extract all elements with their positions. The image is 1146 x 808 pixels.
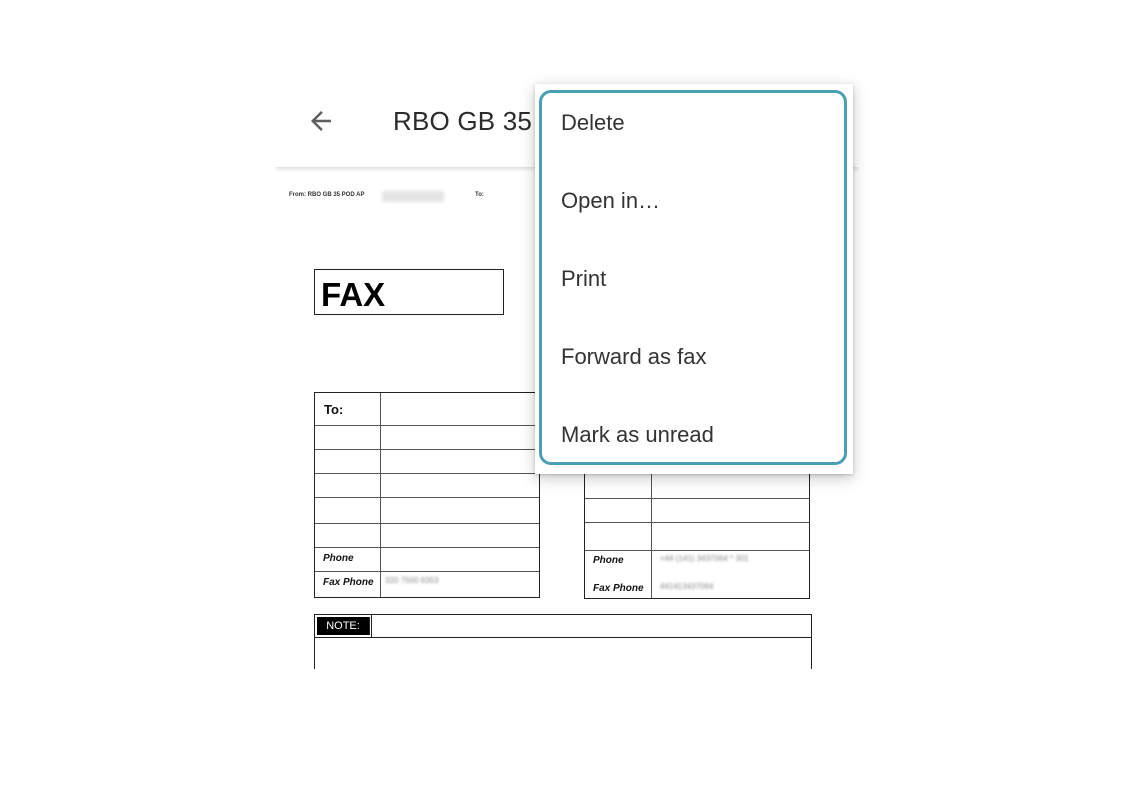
redacted-from-number (382, 191, 444, 202)
menu-item-mark-as-unread[interactable]: Mark as unread (535, 396, 853, 474)
recipient-table: To: Phone Fax Phone 320 7500 6353 (314, 392, 540, 598)
phone-label: Phone (323, 553, 354, 564)
menu-item-forward-as-fax[interactable]: Forward as fax (535, 318, 853, 396)
note-label: NOTE: (317, 617, 370, 635)
phone-label: Phone (593, 555, 624, 566)
fax-phone-value: 441413437064 (660, 582, 714, 591)
back-button[interactable] (300, 100, 342, 142)
table-row (315, 449, 539, 450)
table-row (315, 497, 539, 498)
table-row (585, 550, 809, 551)
table-row (315, 425, 539, 426)
menu-item-print[interactable]: Print (535, 240, 853, 318)
to-line: To: (475, 192, 484, 198)
table-row (585, 522, 809, 523)
table-row (315, 473, 539, 474)
table-divider (380, 393, 381, 597)
table-row (315, 523, 539, 524)
menu-item-label: Print (561, 266, 607, 291)
fax-phone-value: 320 7500 6353 (385, 576, 439, 585)
menu-item-label: Forward as fax (561, 344, 707, 369)
menu-item-label: Open in… (561, 188, 661, 213)
fax-heading: FAX (321, 276, 386, 313)
fax-heading-box: FAX (314, 269, 504, 315)
menu-item-delete[interactable]: Delete (535, 84, 853, 162)
menu-item-label: Delete (561, 110, 625, 135)
arrow-left-icon (311, 111, 331, 131)
menu-item-open-in[interactable]: Open in… (535, 162, 853, 240)
note-divider (371, 615, 372, 637)
fax-phone-label: Fax Phone (593, 583, 644, 594)
fax-phone-label: Fax Phone (323, 577, 374, 588)
note-box: NOTE: (314, 614, 812, 669)
overflow-menu: Delete Open in… Print Forward as fax Mar… (535, 84, 853, 474)
phone-value: +44 (141) 3437064 * 301 (660, 554, 749, 563)
table-row (585, 498, 809, 499)
to-label: To: (324, 402, 344, 417)
from-line: From: RBO GB 35 POD AP (289, 192, 365, 198)
table-row (315, 547, 539, 548)
note-divider-line (315, 637, 811, 638)
menu-item-label: Mark as unread (561, 422, 714, 447)
table-row (315, 571, 539, 572)
